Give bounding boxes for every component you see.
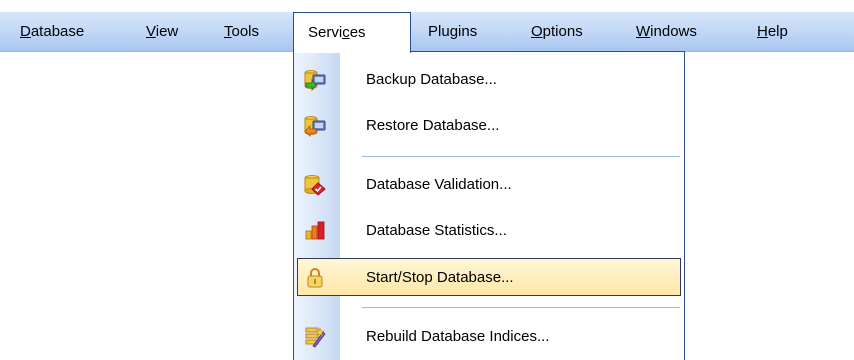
menu-view-accel: V <box>146 23 156 40</box>
menu-plugins-pre: Plu <box>428 23 450 40</box>
menu-plugins[interactable]: Plugins <box>428 12 477 52</box>
menu-windows-accel: W <box>636 23 651 40</box>
menu-view[interactable]: View <box>146 12 178 52</box>
database-statistics-icon <box>304 220 326 242</box>
menu-windows-post: indows <box>650 23 697 40</box>
services-dropdown: Backup Database... Restore Database... D… <box>293 51 685 360</box>
menu-separator <box>362 156 680 157</box>
menu-services[interactable]: Services <box>293 12 411 53</box>
menu-services-accel: c <box>342 24 350 41</box>
menu-database-post: atabase <box>30 23 85 40</box>
menu-item-label: Restore Database... <box>366 117 500 134</box>
menu-item-start-stop-database[interactable]: Start/Stop Database... <box>297 258 681 296</box>
menu-item-restore-database[interactable]: Restore Database... <box>294 107 684 145</box>
menu-item-label: Database Validation... <box>366 176 512 193</box>
menu-help-post: elp <box>767 23 788 40</box>
menu-tools-accel: T <box>224 23 232 40</box>
menu-database-accel: D <box>20 23 31 40</box>
menu-item-label: Database Statistics... <box>366 222 507 239</box>
menu-options-post: ptions <box>542 23 583 40</box>
menu-plugins-post: ins <box>458 23 478 40</box>
backup-database-icon <box>304 69 326 92</box>
menu-services-pre: Servi <box>308 24 343 41</box>
menu-options[interactable]: Options <box>531 12 583 52</box>
database-validation-icon <box>304 174 326 196</box>
menu-database[interactable]: Database <box>20 12 84 52</box>
menu-item-label: Start/Stop Database... <box>366 269 514 286</box>
menu-windows[interactable]: Windows <box>636 12 697 52</box>
menu-separator <box>362 307 680 308</box>
menu-services-post: es <box>349 24 366 41</box>
menu-help[interactable]: Help <box>757 12 788 52</box>
menu-options-accel: O <box>531 23 543 40</box>
rebuild-indices-icon <box>304 326 326 348</box>
menu-item-database-validation[interactable]: Database Validation... <box>294 166 684 204</box>
menu-item-database-statistics[interactable]: Database Statistics... <box>294 212 684 250</box>
restore-database-icon <box>304 115 326 137</box>
menu-tools[interactable]: Tools <box>224 12 259 52</box>
menu-item-label: Backup Database... <box>366 71 497 88</box>
start-stop-database-icon <box>304 267 326 289</box>
menu-plugins-accel: g <box>449 23 459 40</box>
menu-bar: Database View Tools Services Plugins Opt… <box>0 12 854 53</box>
menu-item-backup-database[interactable]: Backup Database... <box>294 61 684 99</box>
menu-view-post: iew <box>155 23 179 40</box>
menu-tools-post: ools <box>231 23 260 40</box>
menu-item-rebuild-database-indices[interactable]: Rebuild Database Indices... <box>294 318 684 356</box>
menu-help-accel: H <box>757 23 768 40</box>
menu-item-label: Rebuild Database Indices... <box>366 328 550 345</box>
